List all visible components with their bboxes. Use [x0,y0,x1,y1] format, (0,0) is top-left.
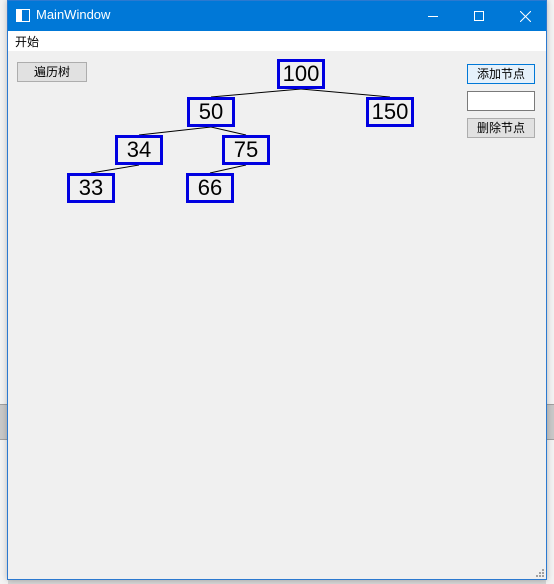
close-button[interactable] [502,1,548,31]
close-icon [519,10,531,22]
title-bar[interactable]: MainWindow [8,1,546,31]
background-strip-right [546,404,554,440]
add-node-button[interactable]: 添加节点 [467,64,535,84]
tree-edge-n75-n66 [209,164,247,174]
tree-edge-n100-n50 [210,88,302,98]
main-window: MainWindow 开始 100 50 150 34 75 33 66 遍历树… [7,0,547,580]
tree-edge-n50-n75 [210,126,247,136]
tree-edge-n34-n33 [90,164,140,174]
tree-node-75: 75 [222,135,270,165]
maximize-button[interactable] [456,1,502,31]
delete-node-button[interactable]: 删除节点 [467,118,535,138]
minimize-button[interactable] [410,1,456,31]
background-window-edge-right [546,0,554,584]
app-window-icon [16,9,30,22]
tree-node-66: 66 [186,173,234,203]
tree-edge-n100-n150 [300,88,391,98]
tree-node-100: 100 [277,59,325,89]
minimize-icon [428,15,438,17]
menu-bar: 开始 [8,31,546,51]
node-value-input[interactable] [467,91,535,111]
traverse-tree-button[interactable]: 遍历树 [17,62,87,82]
tree-edge-n50-n34 [138,126,212,136]
tree-node-150: 150 [366,97,414,127]
resize-grip-icon[interactable] [534,567,544,577]
tree-node-33: 33 [67,173,115,203]
maximize-icon [474,11,484,21]
tree-canvas: 100 50 150 34 75 33 66 遍历树 添加节点 删除节点 [8,51,546,580]
tree-node-34: 34 [115,135,163,165]
window-title: MainWindow [36,7,111,22]
menu-item-start[interactable]: 开始 [15,33,39,50]
tree-node-50: 50 [187,97,235,127]
